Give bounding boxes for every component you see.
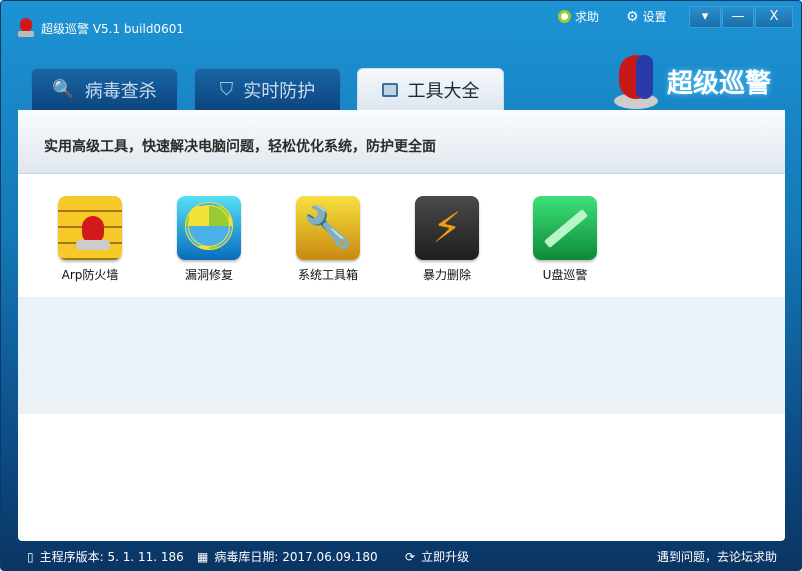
lightning-icon: ⚡ [415,196,479,260]
siren-icon [18,18,34,37]
tool-arp-firewall[interactable]: Arp防火墙 [45,196,135,283]
brand-logo: 超级巡警 [611,51,771,111]
help-link[interactable]: 求助 [558,8,599,25]
tools-panel: 实用高级工具，快速解决电脑问题，轻松优化系统，防护更全面 Arp防火墙 漏洞修复… [18,110,785,541]
shield-icon: ⛉ [219,79,234,100]
tab-label: 病毒查杀 [84,80,157,102]
tab-label: 实时防护 [243,80,316,102]
help-label: 求助 [575,10,600,24]
tool-label: 系统工具箱 [297,268,358,282]
tool-system-toolbox[interactable]: 🔧 系统工具箱 [283,196,373,283]
tool-label: U盘巡警 [542,268,588,282]
tool-usb-guard[interactable]: U盘巡警 [520,196,610,283]
gear-icon: ⚙ [626,8,639,25]
forum-help-link[interactable]: 遇到问题，去论坛求助 [657,548,777,565]
program-version: ▯ 主程序版本: 5. 1. 11. 186 [27,548,184,565]
tab-label: 工具大全 [407,80,480,102]
content-band [18,297,785,414]
virus-db-date: ▦ 病毒库日期: 2017.06.09.180 [197,548,378,565]
version-text: 主程序版本: 5. 1. 11. 186 [39,550,184,564]
close-button[interactable]: X [755,6,793,28]
settings-link[interactable]: ⚙ 设置 [626,8,667,25]
settings-label: 设置 [642,10,667,24]
help-icon [558,10,571,23]
tab-tools[interactable]: 工具大全 [357,68,504,111]
minimize-button[interactable]: — [722,6,754,28]
db-date-text: 病毒库日期: 2017.06.09.180 [214,550,378,564]
upgrade-text: 立即升级 [421,550,470,564]
upgrade-link[interactable]: ⟳ 立即升级 [405,548,469,565]
refresh-icon: ⟳ [405,549,416,564]
tools-icon: 🔧 [296,196,360,260]
toolbox-icon [381,82,398,97]
menu-button[interactable]: ▾ [689,6,721,28]
tool-label: Arp防火墙 [61,268,119,282]
app-title: 超级巡警 V5.1 build0601 [41,22,184,36]
tab-realtime-protection[interactable]: ⛉ 实时防护 [194,68,341,111]
calendar-icon: ▦ [197,549,209,564]
tool-force-delete[interactable]: ⚡ 暴力删除 [402,196,492,283]
tool-label: 暴力删除 [422,268,471,282]
file-icon: ▯ [27,549,34,564]
tool-label: 漏洞修复 [184,268,233,282]
logo-text: 超级巡警 [667,68,772,99]
search-icon: 🔍 [52,79,75,100]
status-bar: ▯ 主程序版本: 5. 1. 11. 186 ▦ 病毒库日期: 2017.06.09… [1,541,801,571]
tab-virus-scan[interactable]: 🔍 病毒查杀 [31,68,178,111]
tool-vulnerability-fix[interactable]: 漏洞修复 [164,196,254,283]
siren-logo-icon [614,55,658,109]
vulnerability-icon [177,196,241,260]
app-window: 超级巡警 V5.1 build0601 求助 ⚙ 设置 ▾ — X 超级巡警 🔍 病… [0,0,802,571]
banner-text: 实用高级工具，快速解决电脑问题，轻松优化系统，防护更全面 [18,110,785,174]
firewall-icon [58,196,122,260]
syringe-icon [533,196,597,260]
